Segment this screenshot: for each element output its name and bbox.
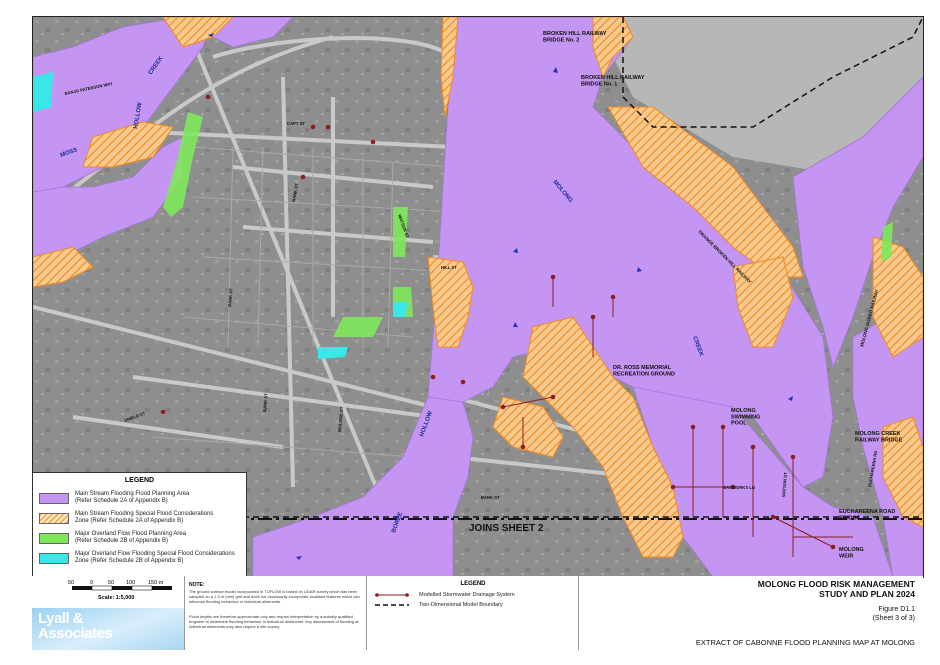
overland-swatch — [39, 533, 69, 544]
figure-number: Figure D1.1 — [878, 606, 915, 613]
label-dr-ross: DR. ROSS MEMORIAL RECREATION GROUND — [613, 365, 675, 377]
legend-item-model-boundary: Two-Dimensional Model Boundary — [419, 602, 503, 608]
scale-tick-1: 0 — [90, 580, 93, 586]
secondary-legend: LEGEND Modelled Stormwater Drainage Syst… — [366, 576, 579, 650]
label-creek-railway-bridge: MOLONG CREEK RAILWAY BRIDGE — [855, 431, 903, 443]
report-title: MOLONG FLOOD RISK MANAGEMENT STUDY AND P… — [757, 579, 915, 599]
legend-item-main-stream: Main Stream Flooding Flood Planning Area… — [39, 491, 244, 507]
secondary-legend-symbols — [375, 593, 409, 606]
label-line: POOL — [731, 421, 747, 427]
street-label-7: GASWORKS LN — [723, 485, 755, 490]
legend-item-label: Main Stream Flooding Flood Planning Area… — [75, 491, 190, 504]
street-label-2: CAPT ST — [287, 121, 305, 126]
notes-paragraph-2: Flood depths are therefore approximate o… — [189, 614, 359, 629]
secondary-legend-title: LEGEND — [460, 581, 486, 587]
scale-tick-2: 50 — [108, 580, 114, 586]
scale-tick-4: 150 m — [148, 580, 164, 586]
street-label-11: BANK ST — [481, 495, 500, 500]
label-line: BRIDGE — [839, 515, 861, 521]
overland-special-swatch — [39, 553, 69, 564]
legend-panel: LEGEND Main Stream Flooding Flood Planni… — [32, 472, 247, 578]
legend-item-overland-special: Major Overland Flow Flooding Special Flo… — [39, 551, 244, 567]
street-label-5: HILL ST — [441, 265, 457, 270]
notes-title: NOTE: — [189, 582, 205, 588]
legend-item-drainage: Modelled Stormwater Drainage System — [419, 592, 515, 598]
scale-tick-3: 100 — [126, 580, 135, 586]
scale-bar: 50 0 50 100 150 m Scale: 1:5,000 — [32, 576, 184, 608]
map-extract-title: EXTRACT OF CABONNE FLOOD PLANNING MAP AT… — [695, 638, 915, 647]
legend-title: LEGEND — [124, 477, 155, 484]
legend-item-label: Main Stream Flooding Special Flood Consi… — [75, 511, 214, 524]
sheet-number: (Sheet 3 of 3) — [872, 615, 915, 622]
scale-tick-0: 50 — [68, 580, 74, 586]
legend-item-special-zone: Main Stream Flooding Special Flood Consi… — [39, 511, 244, 527]
notes-panel: NOTE: The ground surface model incorpora… — [184, 576, 367, 650]
company-logo: Lyall & Associates — [32, 608, 184, 650]
legend-item-label: Major Overland Flow Flood Planning Area … — [75, 531, 187, 544]
legend-item-overland: Major Overland Flow Flood Planning Area … — [39, 531, 244, 547]
label-joins-sheet: JOINS SHEET 2 — [469, 523, 544, 534]
label-line: WEIR — [839, 553, 853, 559]
logo-text: Lyall & Associates — [38, 610, 113, 642]
notes-paragraph-1: The ground surface model incorporated in… — [189, 589, 360, 604]
label-line: RAILWAY BRIDGE — [855, 437, 903, 443]
legend-item-label: Major Overland Flow Flooding Special Flo… — [75, 551, 235, 564]
scale-label: Scale: 1:5,000 — [98, 595, 134, 601]
scale-graphic: 50 0 50 100 150 m Scale: 1:5,000 — [68, 580, 172, 601]
label-line: RECREATION GROUND — [613, 371, 675, 377]
main-stream-swatch — [39, 493, 69, 504]
special-zone-swatch — [39, 513, 69, 524]
label-line: BRIDGE No. 2 — [543, 37, 579, 43]
label-line: BRIDGE No. 1 — [581, 81, 617, 87]
label-line: SWIMMING — [731, 414, 760, 420]
title-block: MOLONG FLOOD RISK MANAGEMENT STUDY AND P… — [578, 576, 923, 650]
